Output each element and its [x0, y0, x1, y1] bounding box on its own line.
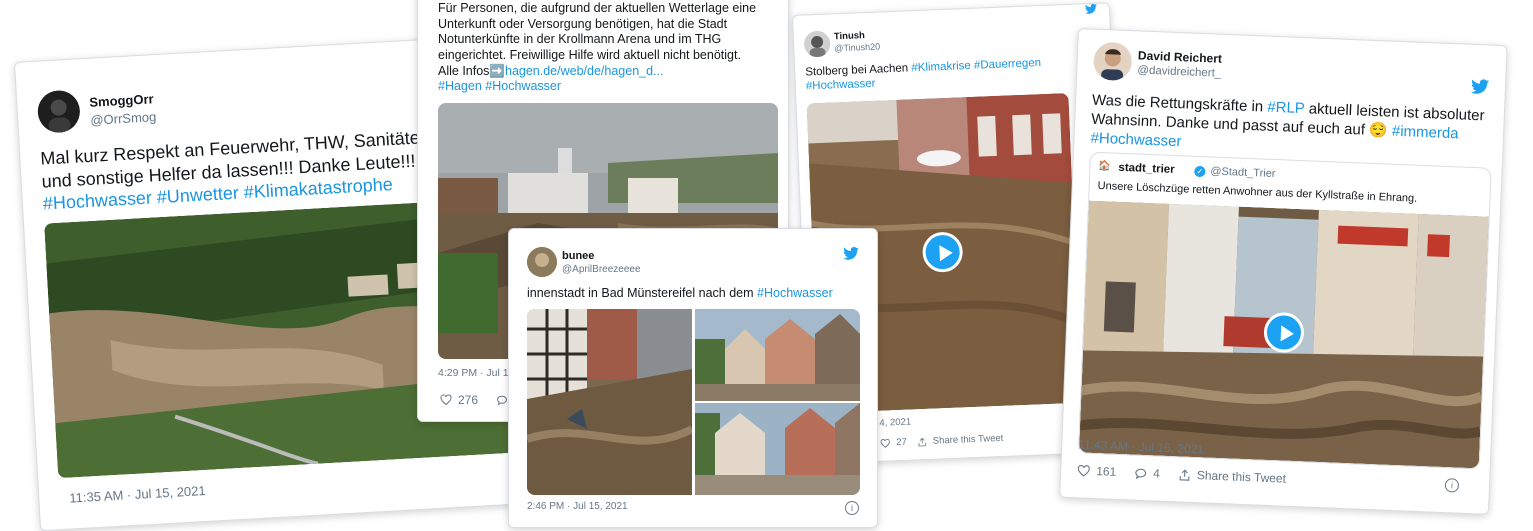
tweet-timestamp[interactable]: 4:29 PM · Jul 14,	[438, 367, 517, 379]
like-count: 161	[1095, 464, 1117, 479]
tweet-timestamp[interactable]: 11:35 AM · Jul 15, 2021	[69, 483, 206, 506]
tweet-text: Für Personen, die aufgrund der aktuellen…	[438, 1, 783, 95]
hashtag-link[interactable]: #Dauerregen	[974, 57, 1042, 72]
share-icon	[918, 437, 926, 446]
tweet-text-line: Unterkunft oder Versorgung benötigen, ha…	[438, 16, 728, 31]
reply-button[interactable]	[496, 394, 508, 406]
like-button[interactable]: 161	[1077, 463, 1117, 479]
tweet-timestamp[interactable]: 2:46 PM · Jul 15, 2021	[527, 501, 628, 512]
share-button[interactable]: Share this Tweet	[917, 433, 1004, 447]
twitter-bird-icon	[843, 247, 859, 260]
author-handle[interactable]: @AprilBreezeeee	[562, 264, 641, 275]
twitter-bird-icon	[1470, 79, 1490, 95]
heart-icon	[440, 394, 452, 406]
quoted-author-handle[interactable]: @Stadt_Trier	[1210, 165, 1276, 180]
author-handle[interactable]: @davidreichert_	[1137, 64, 1221, 79]
author-handle[interactable]: @Tinush20	[834, 41, 880, 53]
flooded-street-photo-2[interactable]	[695, 309, 860, 401]
tweet-actions: 276	[440, 393, 508, 407]
share-label: Share this Tweet	[1196, 468, 1287, 486]
external-link[interactable]: hagen.de/web/de/hagen_d...	[505, 64, 663, 78]
hashtag-link[interactable]: #Klimakrise	[911, 60, 971, 74]
share-label: Share this Tweet	[932, 432, 1004, 447]
avatar[interactable]	[803, 30, 831, 58]
verified-badge-icon: ✓	[1194, 165, 1206, 178]
tweet-timestamp[interactable]: 4, 2021	[879, 417, 911, 429]
arrow-emoji: ➡️	[489, 63, 505, 78]
like-count: 27	[896, 436, 908, 449]
author-name[interactable]: David Reichert	[1138, 48, 1223, 65]
hashtag-link[interactable]: #Unwetter	[156, 183, 239, 208]
tweet-actions: 161 4 Share this Tweet	[1077, 463, 1287, 486]
reply-count: 4	[1152, 466, 1161, 481]
avatar[interactable]	[527, 247, 557, 277]
share-button[interactable]: Share this Tweet	[1178, 467, 1287, 486]
info-icon[interactable]: i	[845, 501, 859, 515]
tweet-actions: 27 Share this Tweet	[880, 433, 1004, 449]
flooded-street-photo-3[interactable]	[695, 403, 860, 495]
twitter-bird-icon	[1085, 3, 1097, 14]
tweet-text-line: Notunterkünfte in der Krollmann Arena un…	[438, 32, 722, 47]
hashtag-link[interactable]: #Hochwasser	[757, 286, 833, 300]
hashtag-link[interactable]: #Hochwasser	[42, 188, 152, 214]
hashtag-link[interactable]: #immerda	[1392, 122, 1459, 142]
hashtag-link[interactable]: #RLP	[1267, 99, 1305, 117]
heart-icon	[1077, 464, 1090, 477]
flooded-street-photo-1[interactable]	[527, 309, 692, 495]
hashtag-link[interactable]: #Hochwasser	[485, 79, 561, 93]
like-button[interactable]: 276	[440, 393, 478, 407]
reply-icon	[497, 395, 508, 406]
hashtag-link[interactable]: #Hochwasser	[806, 78, 876, 93]
quoted-avatar-icon: 🏠	[1098, 160, 1112, 173]
reply-icon	[1135, 468, 1147, 479]
author-name[interactable]: bunee	[562, 250, 594, 262]
author-name[interactable]: SmoggOrr	[89, 91, 154, 110]
tweet-text-line: Für Personen, die aufgrund der aktuellen…	[438, 1, 757, 15]
avatar[interactable]	[36, 89, 81, 134]
relieved-emoji: 😌	[1368, 121, 1389, 140]
tweet-text-line: Alle Infos	[438, 63, 490, 78]
hashtag-link[interactable]: #Hochwasser	[1090, 129, 1181, 150]
author-name[interactable]: Tinush	[834, 30, 865, 42]
share-icon	[1179, 468, 1190, 481]
like-button[interactable]: 27	[880, 437, 907, 449]
quoted-author-name[interactable]: stadt_trier	[1118, 162, 1175, 176]
author-handle[interactable]: @OrrSmog	[90, 109, 157, 128]
info-icon[interactable]: i	[1444, 478, 1460, 493]
quoted-tweet[interactable]: 🏠 stadt_trier ✓ @Stadt_Trier Unsere Lösc…	[1077, 151, 1492, 470]
tweet-text: innenstadt in Bad Münstereifel nach dem …	[527, 286, 867, 302]
hashtag-link[interactable]: #Hagen	[438, 79, 482, 93]
tweet-card-bunee[interactable]: bunee @AprilBreezeeee innenstadt in Bad …	[508, 228, 878, 528]
like-count: 276	[458, 393, 479, 407]
heart-icon	[880, 438, 890, 448]
avatar[interactable]	[1092, 41, 1133, 82]
tweet-card-reichert[interactable]: David Reichert @davidreichert_ Was die R…	[1059, 28, 1508, 515]
tweet-text-line: eingerichtet. Freiwillige Hilfe wird akt…	[438, 47, 741, 62]
reply-button[interactable]: 4	[1134, 466, 1160, 481]
tweet-text-line: innenstadt in Bad Münstereifel nach dem	[527, 286, 754, 300]
tweet-text: Stolberg bei Aachen #Klimakrise #Dauerre…	[805, 54, 1096, 94]
